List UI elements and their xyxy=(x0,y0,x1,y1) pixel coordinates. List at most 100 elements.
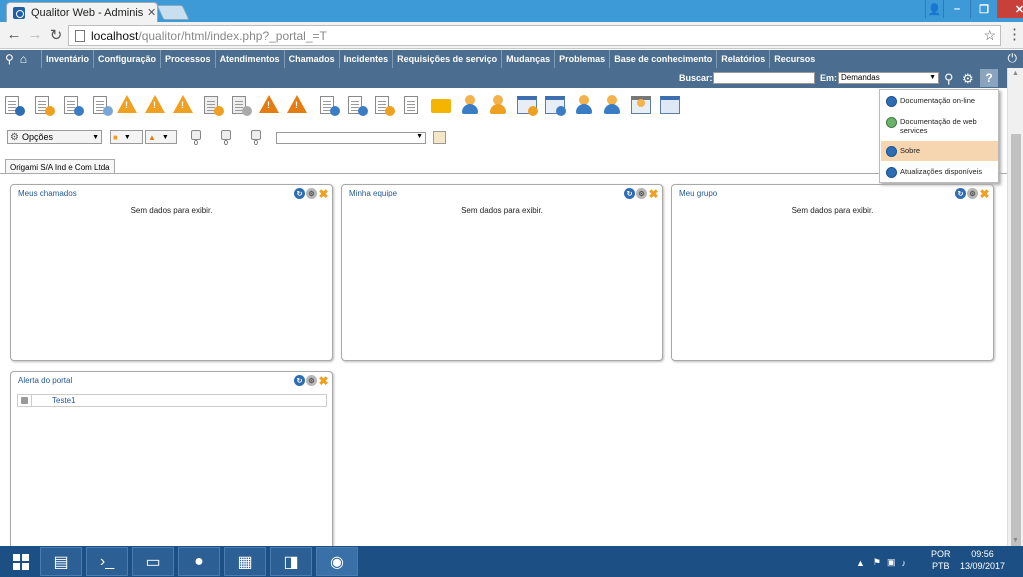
language-indicator[interactable]: POR PTB xyxy=(931,548,951,572)
scroll-down-icon[interactable]: ▼ xyxy=(1012,537,1019,544)
new-document-icon[interactable] xyxy=(3,94,25,116)
installer-icon[interactable]: ▦ xyxy=(224,547,266,576)
nav-item-incidentes[interactable]: Incidentes xyxy=(338,50,393,68)
action-center-icon[interactable]: ⚑ xyxy=(873,557,881,568)
problem-icon[interactable]: ! xyxy=(258,94,280,116)
alert-link[interactable]: Teste1 xyxy=(52,396,76,405)
refresh-icon[interactable]: ↻ xyxy=(955,188,966,199)
tab-company[interactable]: Origami S/A Ind e Com Ltda xyxy=(5,159,115,174)
filter-type-select[interactable]: ■ ▼ xyxy=(110,130,143,144)
close-icon[interactable]: ✖ xyxy=(648,187,659,201)
start-button[interactable] xyxy=(3,548,39,575)
menu-item-updates[interactable]: Atualizações disponíveis xyxy=(881,167,998,179)
folder-icon[interactable] xyxy=(430,94,452,116)
back-arrow-icon[interactable]: ← xyxy=(4,26,24,43)
nav-item-mudancas[interactable]: Mudanças xyxy=(501,50,554,68)
nav-item-processos[interactable]: Processos xyxy=(160,50,215,68)
power-icon[interactable]: ⏻ xyxy=(1008,51,1018,66)
new-ticket-icon[interactable] xyxy=(33,94,55,116)
menu-item-documentation-online[interactable]: Documentação on-line xyxy=(881,96,998,108)
ticket-list-icon[interactable] xyxy=(91,94,113,116)
url-input[interactable]: localhost/qualitor/html/index.php?_porta… xyxy=(68,25,1001,46)
forward-arrow-icon[interactable]: → xyxy=(25,26,45,43)
change-list-icon[interactable] xyxy=(230,94,252,116)
user-profile-icon[interactable]: 👤 xyxy=(925,0,943,18)
search-icon[interactable]: ⚲ xyxy=(5,52,14,66)
vertical-scrollbar[interactable]: ▲ ▼ xyxy=(1007,68,1023,561)
request-list-icon[interactable] xyxy=(373,94,395,116)
nav-item-relatorios[interactable]: Relatórios xyxy=(716,50,769,68)
search-scope-select[interactable]: Demandas ▼ xyxy=(838,72,939,84)
gear-icon[interactable]: ⚙ xyxy=(962,71,974,87)
close-icon[interactable]: ✖ xyxy=(979,187,990,201)
bookmark-star-icon[interactable]: ☆ xyxy=(983,27,996,44)
window-list-icon[interactable] xyxy=(544,94,566,116)
powershell-icon[interactable]: ›_ xyxy=(86,547,128,576)
nav-item-atendimentos[interactable]: Atendimentos xyxy=(214,50,284,68)
nav-item-inventario[interactable]: Inventário xyxy=(41,50,93,68)
network-icon[interactable]: ▣ xyxy=(887,557,896,568)
search-input[interactable] xyxy=(713,72,815,84)
minimize-button[interactable]: – xyxy=(943,0,970,18)
settings-icon[interactable]: ⚙ xyxy=(306,188,317,199)
tab-close-button[interactable]: ✕ xyxy=(147,6,156,19)
options-select[interactable]: ⚙ Opções ▼ xyxy=(7,130,102,144)
request-add-icon[interactable] xyxy=(346,94,368,116)
agent-icon[interactable] xyxy=(574,94,596,116)
user-add-icon[interactable] xyxy=(460,94,482,116)
ticket-star-icon[interactable] xyxy=(62,94,84,116)
browser-menu-icon[interactable]: ⋮ xyxy=(1007,26,1022,44)
volume-icon[interactable]: ♪ xyxy=(902,558,907,568)
reload-icon[interactable]: ↻ xyxy=(46,26,66,44)
refresh-icon[interactable]: ↻ xyxy=(294,375,305,386)
nav-item-configuracao[interactable]: Configuração xyxy=(93,50,160,68)
chrome-icon[interactable]: ◉ xyxy=(316,547,358,576)
window-add-icon[interactable] xyxy=(516,94,538,116)
clock[interactable]: 09:56 13/09/2017 xyxy=(960,548,1005,572)
nav-item-base-conhecimento[interactable]: Base de conhecimento xyxy=(609,50,716,68)
new-tab-button[interactable] xyxy=(156,5,190,20)
chart-monitor-icon[interactable] xyxy=(659,94,681,116)
nav-item-chamados[interactable]: Chamados xyxy=(283,50,339,68)
firefox-icon[interactable]: ● xyxy=(178,547,220,576)
request-forward-icon[interactable] xyxy=(318,94,340,116)
settings-icon[interactable]: ⚙ xyxy=(967,188,978,199)
nav-item-recursos[interactable]: Recursos xyxy=(769,50,819,68)
menu-item-web-services-docs[interactable]: Documentação de web services xyxy=(881,117,998,137)
users-icon[interactable] xyxy=(488,94,510,116)
scroll-up-icon[interactable]: ▲ xyxy=(1012,70,1019,77)
incident-star-icon[interactable]: ! xyxy=(144,94,166,116)
contact-card-icon[interactable] xyxy=(630,94,652,116)
settings-icon[interactable]: ⚙ xyxy=(306,375,317,386)
file-explorer-icon[interactable]: ▭ xyxy=(132,547,174,576)
database-tool-icon[interactable]: ◨ xyxy=(270,547,312,576)
search-go-icon[interactable]: ⚲ xyxy=(944,71,954,87)
nav-item-requisicoes[interactable]: Requisições de serviço xyxy=(392,50,501,68)
agent-group-icon[interactable] xyxy=(602,94,624,116)
document-copy-icon[interactable] xyxy=(402,94,424,116)
server-manager-icon[interactable]: ▤ xyxy=(40,547,82,576)
refresh-icon[interactable]: ↻ xyxy=(294,188,305,199)
home-icon[interactable]: ⌂ xyxy=(20,52,27,66)
browser-tab[interactable]: Qualitor Web - Administ ✕ xyxy=(6,2,158,22)
close-window-button[interactable]: ✕ xyxy=(997,0,1023,18)
settings-icon[interactable]: ⚙ xyxy=(636,188,647,199)
incident-list-icon[interactable]: ! xyxy=(172,94,194,116)
alert-row[interactable]: Teste1 xyxy=(17,394,327,407)
menu-item-about[interactable]: Sobre xyxy=(881,141,998,161)
counter-1[interactable]: 0 xyxy=(189,130,203,147)
scroll-thumb[interactable] xyxy=(1011,134,1021,561)
tray-expand-icon[interactable]: ▲ xyxy=(856,558,865,568)
filter-incident-select[interactable]: ▲ ▼ xyxy=(145,130,177,144)
change-add-icon[interactable] xyxy=(202,94,224,116)
maximize-button[interactable]: ❐ xyxy=(970,0,997,18)
close-icon[interactable]: ✖ xyxy=(318,187,329,201)
edit-filter-icon[interactable] xyxy=(433,131,446,144)
nav-item-problemas[interactable]: Problemas xyxy=(554,50,609,68)
counter-2[interactable]: 0 xyxy=(219,130,233,147)
problem-list-icon[interactable]: ! xyxy=(286,94,308,116)
refresh-icon[interactable]: ↻ xyxy=(624,188,635,199)
close-icon[interactable]: ✖ xyxy=(318,374,329,388)
queue-select[interactable]: ▼ xyxy=(276,132,426,144)
help-button[interactable]: ? xyxy=(980,69,998,87)
